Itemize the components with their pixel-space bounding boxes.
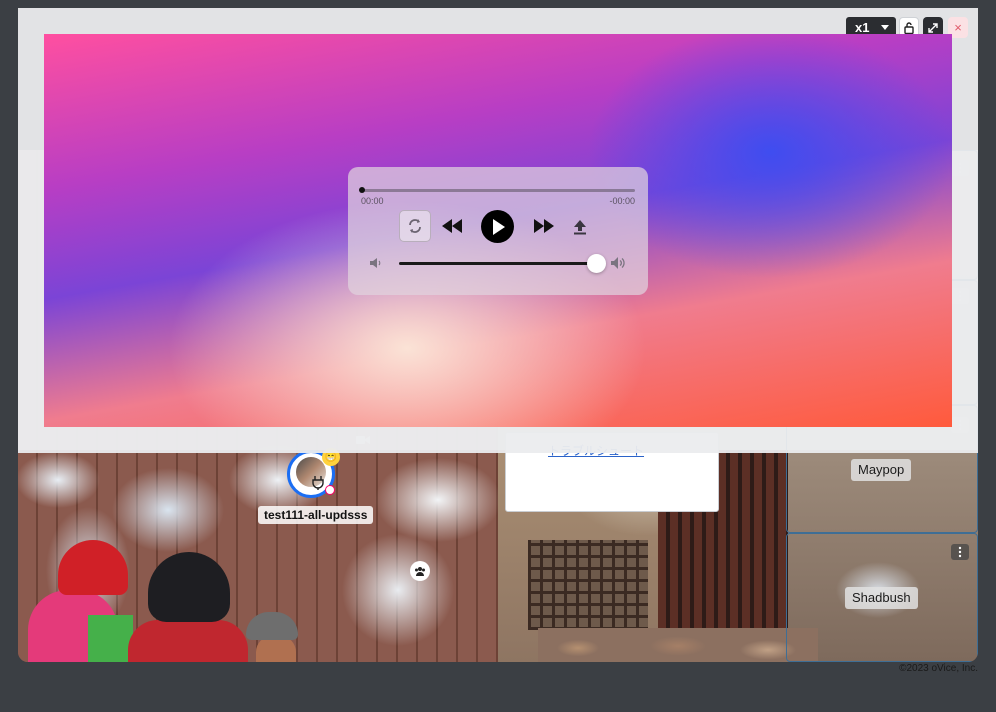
volume-high-icon xyxy=(611,257,625,269)
volume-slider[interactable] xyxy=(399,262,599,265)
play-button[interactable] xyxy=(481,210,514,243)
zoom-value: x1 xyxy=(855,20,870,35)
time-remaining: -00:00 xyxy=(609,196,635,206)
volume-low-icon xyxy=(370,258,381,268)
unlock-icon xyxy=(904,21,914,34)
background-window-grate xyxy=(528,540,648,630)
upload-icon xyxy=(574,220,586,235)
rewind-button[interactable] xyxy=(440,216,464,236)
area-menu-button[interactable] xyxy=(951,544,969,560)
volume-down-button[interactable] xyxy=(368,255,384,271)
play-icon xyxy=(492,218,505,235)
rewind-icon xyxy=(442,219,462,233)
loop-button[interactable] xyxy=(399,210,431,242)
group-icon[interactable] xyxy=(410,561,430,581)
volume-thumb[interactable] xyxy=(587,254,606,273)
area-label-shadbush: Shadbush xyxy=(845,587,918,609)
seek-thumb[interactable] xyxy=(359,187,365,193)
background-people xyxy=(18,540,318,662)
copyright-text: ©2023 oVice, Inc. xyxy=(899,663,978,674)
chevron-down-icon xyxy=(881,25,889,30)
time-elapsed: 00:00 xyxy=(361,196,384,206)
expand-icon xyxy=(928,22,938,33)
volume-up-button[interactable] xyxy=(610,255,628,271)
plug-icon xyxy=(312,476,324,490)
status-dot xyxy=(325,485,335,495)
seek-bar[interactable] xyxy=(359,187,635,193)
user-name-tag: test111-all-updsss xyxy=(258,506,374,524)
upload-button[interactable] xyxy=(570,216,590,238)
player-controls: 00:00 -00:00 xyxy=(348,167,648,295)
fast-forward-icon xyxy=(534,219,554,233)
fast-forward-button[interactable] xyxy=(532,216,556,236)
window-titlebar[interactable] xyxy=(18,8,978,34)
area-label-maypop: Maypop xyxy=(851,459,912,481)
background-rubble xyxy=(538,628,818,662)
repeat-icon xyxy=(409,219,421,233)
